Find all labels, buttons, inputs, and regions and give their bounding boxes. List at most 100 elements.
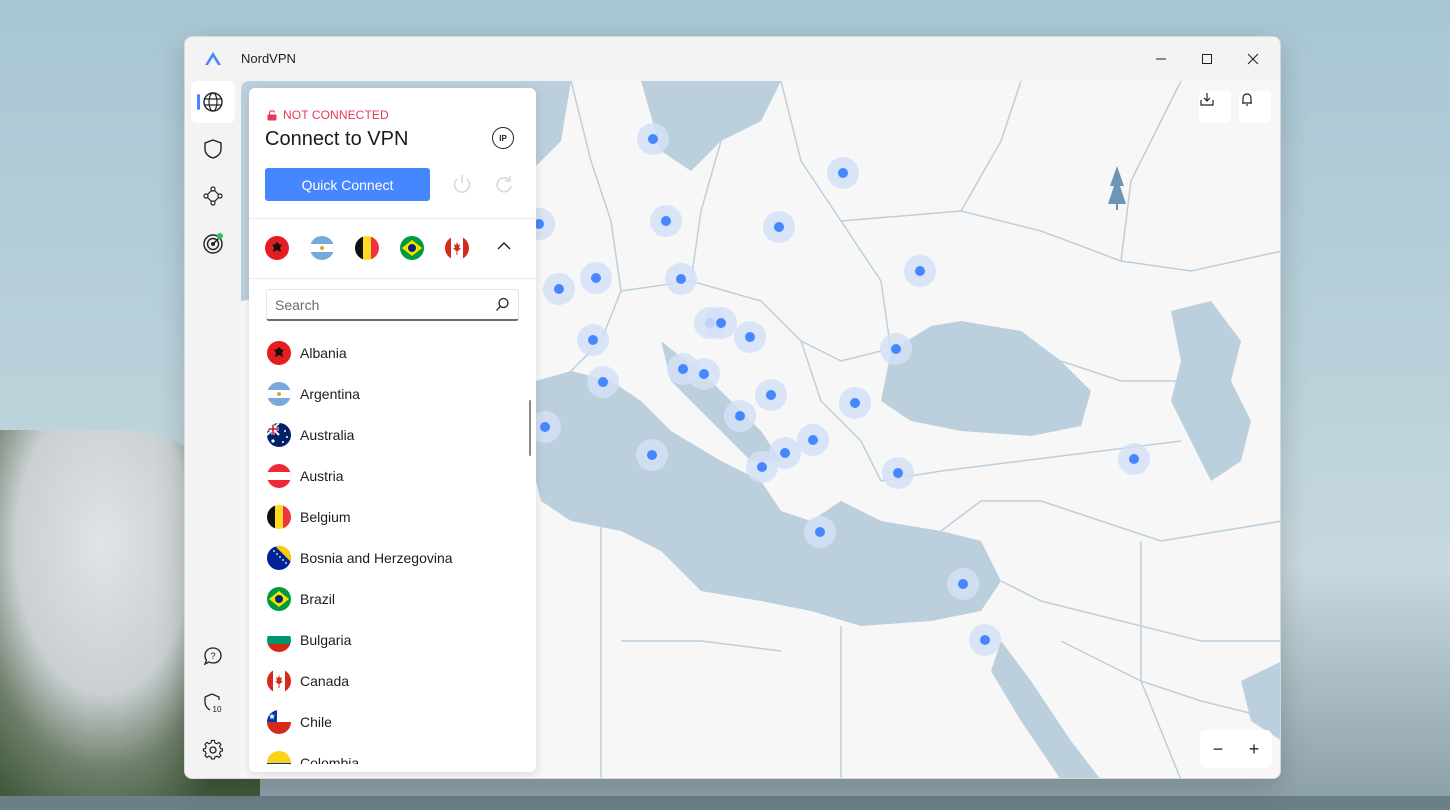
country-item-argentina[interactable]: Argentina bbox=[249, 373, 536, 414]
colombia-flag-icon bbox=[267, 750, 291, 764]
status-dot bbox=[217, 233, 223, 239]
meshnet-icon bbox=[203, 186, 223, 206]
server-marker[interactable] bbox=[880, 333, 912, 365]
close-icon bbox=[1247, 53, 1259, 65]
country-item-brazil[interactable]: Brazil bbox=[249, 578, 536, 619]
country-name: Brazil bbox=[300, 590, 336, 607]
sidebar-item-dark-web-monitor[interactable] bbox=[191, 222, 235, 264]
globe-icon bbox=[203, 92, 223, 112]
zoom-out-button[interactable]: − bbox=[1213, 739, 1224, 760]
unlocked-icon bbox=[267, 109, 277, 120]
server-marker[interactable] bbox=[1118, 443, 1150, 475]
red-sea bbox=[991, 641, 1100, 778]
notifications-button[interactable] bbox=[1239, 91, 1271, 123]
server-marker[interactable] bbox=[904, 255, 936, 287]
sidebar-item-globe[interactable] bbox=[191, 81, 235, 123]
divider bbox=[249, 278, 536, 279]
server-marker[interactable] bbox=[688, 358, 720, 390]
country-name: Bulgaria bbox=[300, 631, 352, 648]
app-window: NordVPN ? 10 − + NOT CONNECTED Connect t… bbox=[184, 36, 1281, 779]
server-marker[interactable] bbox=[637, 123, 669, 155]
server-marker[interactable] bbox=[947, 568, 979, 600]
sidebar-item-threat-protection[interactable]: 10 bbox=[191, 682, 235, 724]
quick-connect-button[interactable]: Quick Connect bbox=[265, 168, 430, 201]
search-input[interactable] bbox=[275, 296, 495, 313]
server-marker[interactable] bbox=[882, 457, 914, 489]
threat-count-badge: 10 bbox=[213, 705, 222, 714]
server-marker[interactable] bbox=[763, 211, 795, 243]
recent-flag-canada[interactable] bbox=[445, 236, 469, 260]
country-item-bosnia-and-herzegovina[interactable]: Bosnia and Herzegovina bbox=[249, 537, 536, 578]
window-title: NordVPN bbox=[241, 51, 296, 66]
bosnia-and-herzegovina-flag-icon bbox=[267, 545, 291, 570]
shield-icon bbox=[204, 139, 222, 159]
help-icon: ? bbox=[203, 647, 222, 666]
server-marker[interactable] bbox=[839, 387, 871, 419]
server-marker[interactable] bbox=[543, 273, 575, 305]
server-marker[interactable] bbox=[650, 205, 682, 237]
server-marker[interactable] bbox=[755, 379, 787, 411]
server-marker[interactable] bbox=[665, 263, 697, 295]
server-marker[interactable] bbox=[724, 400, 756, 432]
country-item-canada[interactable]: Canada bbox=[249, 660, 536, 701]
country-name: Austria bbox=[300, 467, 344, 484]
country-name: Belgium bbox=[300, 508, 351, 525]
server-marker[interactable] bbox=[734, 321, 766, 353]
country-item-chile[interactable]: Chile bbox=[249, 701, 536, 742]
refresh-icon[interactable] bbox=[493, 173, 515, 195]
server-marker[interactable] bbox=[746, 451, 778, 483]
recent-connections bbox=[265, 236, 469, 260]
ip-info-button[interactable]: IP bbox=[492, 127, 514, 149]
close-button[interactable] bbox=[1230, 43, 1276, 75]
server-marker[interactable] bbox=[827, 157, 859, 189]
country-item-belgium[interactable]: Belgium bbox=[249, 496, 536, 537]
server-marker[interactable] bbox=[580, 262, 612, 294]
albania-flag-icon bbox=[267, 340, 291, 365]
server-marker[interactable] bbox=[636, 439, 668, 471]
server-marker[interactable] bbox=[804, 516, 836, 548]
svg-text:?: ? bbox=[210, 651, 215, 661]
recent-flag-argentina[interactable] bbox=[310, 236, 334, 260]
download-button[interactable] bbox=[1199, 91, 1231, 123]
country-name: Argentina bbox=[300, 385, 360, 402]
argentina-flag-icon bbox=[267, 381, 291, 406]
maximize-icon bbox=[1202, 54, 1212, 64]
panel-heading: Connect to VPN bbox=[265, 128, 409, 150]
server-marker[interactable] bbox=[577, 324, 609, 356]
radar-icon bbox=[203, 233, 223, 254]
search-icon[interactable] bbox=[495, 297, 510, 312]
black-sea bbox=[881, 321, 1091, 436]
recent-flag-albania[interactable] bbox=[265, 236, 289, 260]
sidebar-item-shield[interactable] bbox=[191, 128, 235, 170]
zoom-in-button[interactable]: + bbox=[1249, 739, 1260, 760]
australia-flag-icon bbox=[267, 422, 291, 447]
recent-flag-brazil[interactable] bbox=[400, 236, 424, 260]
server-marker[interactable] bbox=[705, 307, 737, 339]
sidebar-item-help[interactable]: ? bbox=[191, 635, 235, 677]
country-item-bulgaria[interactable]: Bulgaria bbox=[249, 619, 536, 660]
country-item-albania[interactable]: Albania bbox=[249, 332, 536, 373]
sidebar-item-settings[interactable] bbox=[191, 729, 235, 771]
server-marker[interactable] bbox=[797, 424, 829, 456]
tree-icon bbox=[1108, 166, 1126, 210]
country-name: Albania bbox=[300, 344, 347, 361]
settings-icon bbox=[202, 739, 223, 760]
maximize-button[interactable] bbox=[1184, 43, 1230, 75]
sidebar-item-meshnet[interactable] bbox=[191, 175, 235, 217]
country-name: Bosnia and Herzegovina bbox=[300, 549, 453, 566]
chevron-up-icon[interactable] bbox=[496, 238, 512, 254]
recent-flag-belgium[interactable] bbox=[355, 236, 379, 260]
country-name: Colombia bbox=[300, 754, 360, 765]
country-item-austria[interactable]: Austria bbox=[249, 455, 536, 496]
connection-panel: NOT CONNECTED Connect to VPN IP Quick Co… bbox=[249, 88, 536, 772]
minimize-button[interactable] bbox=[1138, 43, 1184, 75]
scrollbar-thumb[interactable] bbox=[529, 400, 531, 456]
power-icon[interactable] bbox=[451, 173, 473, 195]
server-marker[interactable] bbox=[587, 366, 619, 398]
belgium-flag-icon bbox=[267, 504, 291, 529]
austria-flag-icon bbox=[267, 463, 291, 488]
chile-flag-icon bbox=[267, 709, 291, 734]
country-item-australia[interactable]: Australia bbox=[249, 414, 536, 455]
country-item-colombia[interactable]: Colombia bbox=[249, 742, 536, 764]
server-marker[interactable] bbox=[969, 624, 1001, 656]
